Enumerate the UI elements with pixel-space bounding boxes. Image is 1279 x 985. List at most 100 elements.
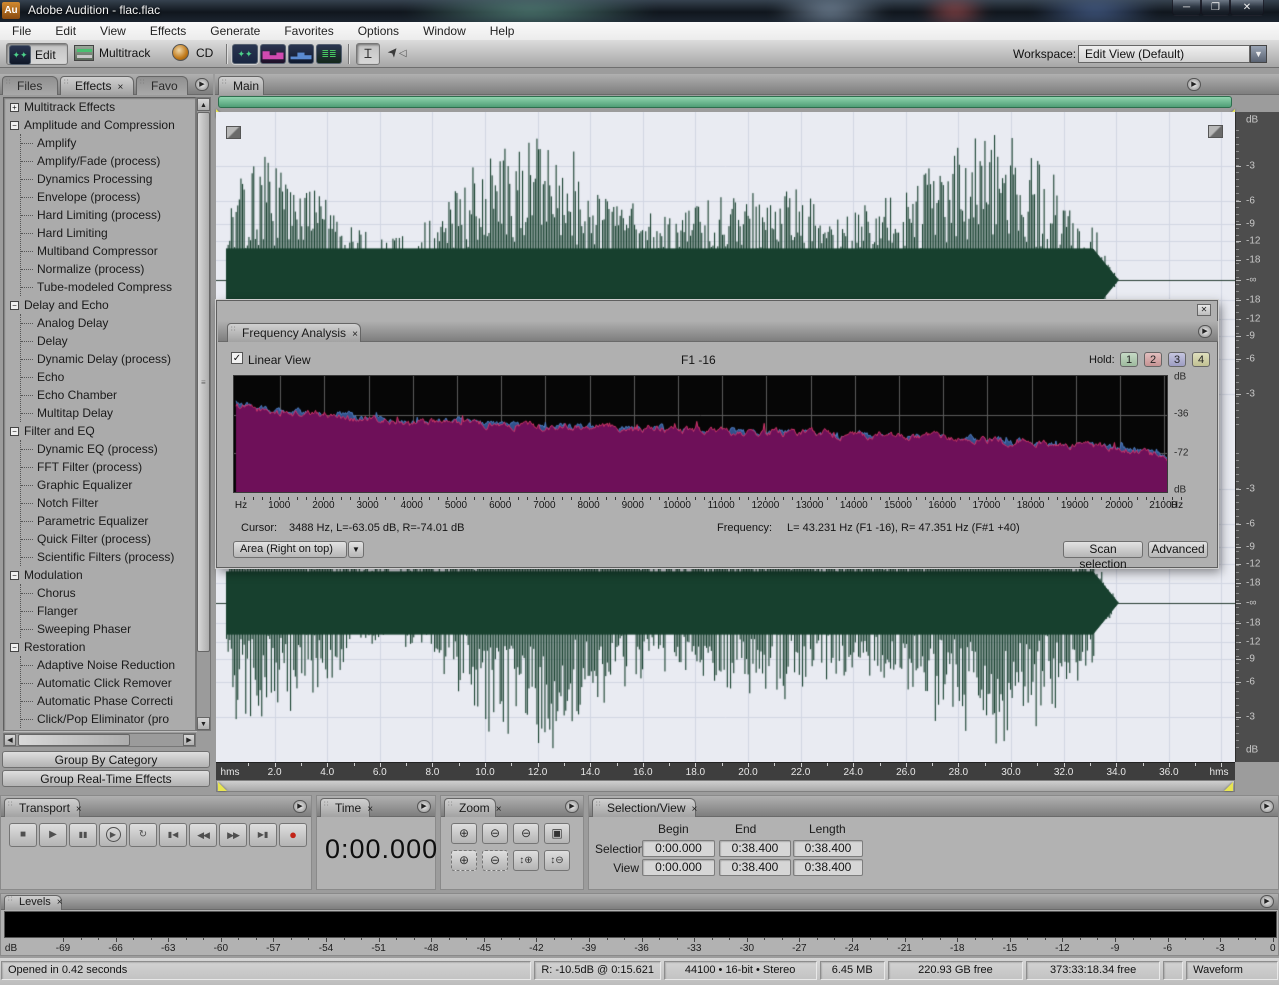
tree-item-echo[interactable]: Echo [21,368,195,386]
tree-category-delay-and-echo[interactable]: −Delay and Echo [4,296,195,314]
tab-favorites[interactable]: ∷Favo [136,76,188,95]
tab-effects[interactable]: ∷Effects× [60,76,134,95]
fast-forward-button[interactable]: ▶▶ [219,823,247,847]
tree-item-parametric-equalizer[interactable]: Parametric Equalizer [21,512,195,530]
scan-selection-button[interactable]: Scan selection [1063,541,1143,558]
zoom-in-vertical-button[interactable]: ↕⊕ [513,850,539,871]
tree-category-multitrack-effects[interactable]: +Multitrack Effects [4,98,195,116]
collapse-icon[interactable]: − [10,571,19,580]
scrub-tool-icon[interactable]: ➤◁ [388,44,418,64]
effects-tree[interactable]: +Multitrack Effects−Amplitude and Compre… [3,97,196,731]
timeline-scroll-strip[interactable] [216,780,1235,792]
panel-menu-icon[interactable]: ▶ [417,800,431,813]
workspace-dropdown-arrow[interactable]: ▼ [1250,45,1267,63]
tree-item-analog-delay[interactable]: Analog Delay [21,314,195,332]
tree-item-scientific-filters-process-[interactable]: Scientific Filters (process) [21,548,195,566]
stop-button[interactable]: ■ [9,823,37,847]
scroll-thumb[interactable] [18,734,130,746]
scroll-right-icon[interactable]: ▶ [183,734,195,746]
tree-item-hard-limiting-process-[interactable]: Hard Limiting (process) [21,206,195,224]
menu-view[interactable]: View [88,22,138,40]
selection-end-field[interactable]: 0:38.400 [719,840,791,857]
play-from-cursor-button[interactable]: ▶ [99,823,127,847]
scroll-up-icon[interactable]: ▲ [197,98,210,111]
tree-item-multitap-delay[interactable]: Multitap Delay [21,404,195,422]
tab-selection-view[interactable]: ∷Selection/View× [592,798,696,817]
view-end-field[interactable]: 0:38.400 [719,859,791,876]
play-button[interactable]: ▶ [39,823,67,847]
tree-item-dynamics-processing[interactable]: Dynamics Processing [21,170,195,188]
loop-play-button[interactable]: ↻ [129,823,157,847]
tab-close-icon[interactable]: × [496,804,502,815]
tab-files[interactable]: ∷Files [2,76,58,95]
selection-begin-field[interactable]: 0:00.000 [642,840,715,857]
tree-item-dynamic-eq-process-[interactable]: Dynamic EQ (process) [21,440,195,458]
tree-item-notch-filter[interactable]: Notch Filter [21,494,195,512]
zoom-in-left-edge-button[interactable]: ⊕ [451,850,477,871]
area-mode-dropdown[interactable]: Area (Right on top) [233,541,347,558]
tab-close-icon[interactable]: × [117,82,123,93]
restore-button[interactable]: ❐ [1201,0,1230,16]
tab-levels[interactable]: ∷Levels× [4,895,62,910]
edit-view-button[interactable]: ✦✦ Edit [6,43,68,65]
tree-item-fft-filter-process-[interactable]: FFT Filter (process) [21,458,195,476]
tree-category-amplitude-and-compression[interactable]: −Amplitude and Compression [4,116,195,134]
panel-menu-icon[interactable]: ▶ [293,800,307,813]
minimize-button[interactable]: ─ [1172,0,1201,16]
panel-menu-icon[interactable]: ▶ [1260,800,1274,813]
collapse-icon[interactable]: − [10,427,19,436]
tree-item-click-pop-eliminator-pro[interactable]: Click/Pop Eliminator (pro [21,710,195,728]
waveform-hscrollbar[interactable] [218,96,1232,108]
zoom-out-horizontal-button[interactable]: ⊖ [482,823,508,844]
workspace-dropdown[interactable]: Edit View (Default) [1078,45,1250,63]
tree-item-graphic-equalizer[interactable]: Graphic Equalizer [21,476,195,494]
amplitude-ruler[interactable]: dBdB-3-3-6-6-9-9-12-12-18-18-∞-3-3-6-6-9… [1235,112,1279,762]
hold-button-4[interactable]: 4 [1192,352,1210,367]
collapse-icon[interactable]: − [10,301,19,310]
menu-file[interactable]: File [0,22,43,40]
tree-item-envelope-process-[interactable]: Envelope (process) [21,188,195,206]
menu-favorites[interactable]: Favorites [272,22,345,40]
panel-menu-icon[interactable]: ▶ [1198,325,1212,338]
tab-close-icon[interactable]: × [57,897,63,908]
tree-item-echo-chamber[interactable]: Echo Chamber [21,386,195,404]
tree-item-amplify-fade-process-[interactable]: Amplify/Fade (process) [21,152,195,170]
selection-edge-marker[interactable] [1224,782,1233,791]
tree-item-tube-modeled-compress[interactable]: Tube-modeled Compress [21,278,195,296]
selection-edge-marker[interactable] [218,782,227,791]
tree-item-dynamic-delay-process-[interactable]: Dynamic Delay (process) [21,350,195,368]
frequency-canvas[interactable] [234,376,1167,492]
tree-item-sweeping-phaser[interactable]: Sweeping Phaser [21,620,195,638]
scroll-left-icon[interactable]: ◀ [4,734,16,746]
pause-button[interactable]: ▮▮ [69,823,97,847]
dialog-close-icon[interactable]: ✕ [1197,304,1211,316]
tree-category-restoration[interactable]: −Restoration [4,638,195,656]
go-to-end-button[interactable]: ▶▮ [249,823,277,847]
pan-handle-icon[interactable] [226,126,241,139]
timeline-ruler[interactable]: hmshms2.04.06.08.010.012.014.016.018.020… [216,762,1235,780]
phase-view-icon[interactable]: ≣≣ [316,44,342,64]
tab-zoom[interactable]: ∷Zoom× [444,798,496,817]
view-length-field[interactable]: 0:38.400 [793,859,863,876]
tree-item-adaptive-noise-reduction[interactable]: Adaptive Noise Reduction [21,656,195,674]
menu-window[interactable]: Window [411,22,478,40]
panel-menu-icon[interactable]: ▶ [1187,78,1201,91]
tab-frequency-analysis[interactable]: ∷Frequency Analysis× [227,323,361,342]
menu-effects[interactable]: Effects [138,22,198,40]
zoom-to-selection-button[interactable]: ▣ [544,823,570,844]
tree-item-automatic-click-remover[interactable]: Automatic Click Remover [21,674,195,692]
tab-close-icon[interactable]: × [76,804,82,815]
zoom-out-vertical-button[interactable]: ↕⊖ [544,850,570,871]
close-button[interactable]: ✕ [1230,0,1264,16]
menu-generate[interactable]: Generate [198,22,272,40]
tree-item-normalize-process-[interactable]: Normalize (process) [21,260,195,278]
zoom-in-horizontal-button[interactable]: ⊕ [451,823,477,844]
expand-icon[interactable]: + [10,103,19,112]
group-by-category-button[interactable]: Group By Category [2,751,210,768]
rewind-button[interactable]: ◀◀ [189,823,217,847]
tree-item-flanger[interactable]: Flanger [21,602,195,620]
tab-close-icon[interactable]: × [692,804,698,815]
selection-length-field[interactable]: 0:38.400 [793,840,863,857]
tree-item-chorus[interactable]: Chorus [21,584,195,602]
tab-main[interactable]: ∷Main [218,76,264,95]
